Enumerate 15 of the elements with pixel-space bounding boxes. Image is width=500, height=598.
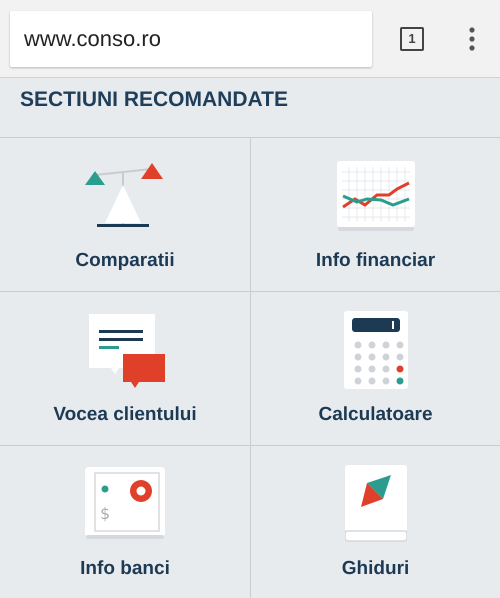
section-link[interactable]: Comparatii xyxy=(75,250,175,272)
tab-switcher-button[interactable]: 1 xyxy=(400,26,424,50)
book-icon xyxy=(344,465,406,543)
line-chart-icon xyxy=(336,159,414,233)
section-link[interactable]: Calculatoare xyxy=(318,404,433,426)
calculator-icon xyxy=(344,311,408,389)
dollar-sign: $ xyxy=(100,504,110,523)
section-link[interactable]: Ghiduri xyxy=(342,558,410,580)
section-title: SECTIUNI RECOMANDATE xyxy=(0,78,500,138)
address-bar[interactable]: www.conso.ro xyxy=(10,10,372,66)
section-link[interactable]: Info financiar xyxy=(316,250,436,272)
menu-icon[interactable] xyxy=(469,26,475,50)
section-link[interactable]: Vocea clientului xyxy=(53,404,197,426)
section-link[interactable]: Info banci xyxy=(80,558,170,580)
safe-icon xyxy=(85,467,165,539)
